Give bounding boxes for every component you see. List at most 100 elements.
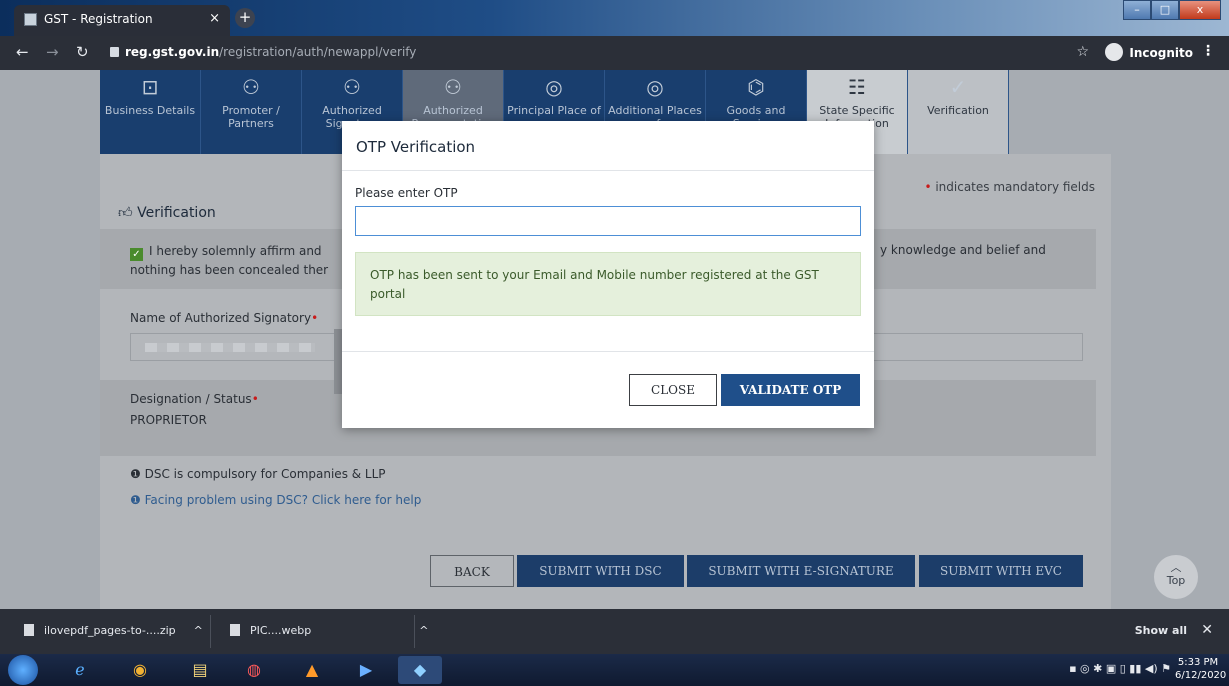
dsc-note-text: DSC is compulsory for Companies & LLP <box>144 467 386 481</box>
modal-body: Please enter OTP OTP has been sent to yo… <box>342 171 874 331</box>
forward-arrow-icon[interactable]: → <box>46 43 59 61</box>
affirm-text-2: nothing has been concealed ther <box>130 263 329 277</box>
tab-close-icon[interactable]: × <box>209 11 220 26</box>
dsc-help-text[interactable]: Facing problem using DSC? Click here for… <box>145 493 422 507</box>
browser-tab[interactable]: GST - Registration × <box>14 5 230 36</box>
reload-icon[interactable]: ↻ <box>76 43 89 61</box>
submit-dsc-button[interactable]: SUBMIT WITH DSC <box>517 555 684 587</box>
close-icon[interactable]: ✕ <box>1201 622 1213 638</box>
incognito-badge[interactable]: Incognito <box>1105 43 1193 61</box>
window-close-button[interactable]: x <box>1179 0 1221 20</box>
dsc-help-link[interactable]: ❶ Facing problem using DSC? Click here f… <box>130 493 421 507</box>
maximize-button[interactable]: □ <box>1151 0 1179 20</box>
blurred-value <box>145 343 315 352</box>
clock-time: 5:33 PM <box>1177 657 1219 668</box>
person-icon: ⚇ <box>242 75 260 99</box>
url-field[interactable]: reg.gst.gov.in/registration/auth/newappl… <box>110 41 1095 65</box>
affirm-checkbox[interactable]: ✓ <box>130 248 143 261</box>
section-title: 👍︎ Verification <box>118 204 216 221</box>
address-bar: ← → ↻ reg.gst.gov.in/registration/auth/n… <box>0 36 1229 70</box>
window-controls: – □ x <box>1123 0 1221 20</box>
ie-icon[interactable]: ℯ <box>58 656 102 684</box>
person-check-icon: ⚇ <box>343 75 361 99</box>
browser-menu-icon[interactable]: ⋮ <box>1201 43 1215 59</box>
browser-tab-bar: GST - Registration × + – □ x <box>0 0 1229 36</box>
chevron-up-icon[interactable]: ^ <box>194 624 203 637</box>
pinned-app-icon[interactable]: ◆ <box>398 656 442 684</box>
tag-icon: ⌬ <box>747 75 765 99</box>
new-tab-button[interactable]: + <box>235 8 255 28</box>
chevron-up-icon[interactable]: ^ <box>419 624 428 637</box>
step-business-details[interactable]: ⊡ Business Details <box>100 70 201 154</box>
back-arrow-icon[interactable]: ← <box>16 43 29 61</box>
affirm-tail: y knowledge and belief and <box>880 243 1046 257</box>
otp-input[interactable] <box>355 206 861 236</box>
modal-title: OTP Verification <box>342 121 874 171</box>
taskbar-clock[interactable]: 5:33 PM 6/12/2020 <box>1175 656 1226 682</box>
person-check-icon: ⚇ <box>444 75 462 99</box>
mandatory-dot: • <box>924 180 932 194</box>
otp-sent-alert: OTP has been sent to your Email and Mobi… <box>355 252 861 316</box>
downloads-bar: ilovepdf_pages-to-....zip ^ PIC....webp ^ … <box>0 609 1229 654</box>
submit-esignature-button[interactable]: SUBMIT WITH E-SIGNATURE <box>687 555 915 587</box>
back-button[interactable]: BACK <box>430 555 514 587</box>
system-tray: ▪ ◎ ✱ ▣ ▯ ▮▮ ◀) ⚑ <box>1069 662 1171 675</box>
lock-icon <box>110 47 119 57</box>
clock-date: 6/12/2020 <box>1175 670 1227 681</box>
download-name: PIC....webp <box>250 624 312 637</box>
favicon-icon <box>24 13 37 26</box>
required-marker: • <box>251 392 259 406</box>
otp-modal: OTP Verification Please enter OTP OTP ha… <box>342 121 874 428</box>
check-circle-icon: ✓ <box>949 75 967 99</box>
briefcase-icon: ⊡ <box>141 75 159 99</box>
url-host: reg.gst.gov.in <box>125 45 220 59</box>
zip-file-icon <box>24 624 34 636</box>
step-label: Business Details <box>104 104 196 117</box>
chevron-up-icon: ︿ <box>1170 561 1182 574</box>
download-name: ilovepdf_pages-to-....zip <box>44 624 176 637</box>
designation-value: PROPRIETOR <box>130 413 207 427</box>
dsc-note: ❶ DSC is compulsory for Companies & LLP <box>130 467 386 481</box>
location-pin-icon: ◎ <box>545 75 563 99</box>
affirm-text: I hereby solemnly affirm and <box>149 244 322 258</box>
modal-footer: CLOSE VALIDATE OTP <box>342 351 874 428</box>
info-icon: ❶ <box>130 493 141 507</box>
scroll-top-button[interactable]: ︿ Top <box>1154 555 1198 599</box>
bookmark-star-icon[interactable]: ☆ <box>1076 44 1089 60</box>
chrome-icon[interactable]: ◉ <box>118 656 162 684</box>
mandatory-note: • indicates mandatory fields <box>924 180 1095 194</box>
top-label: Top <box>1166 574 1186 587</box>
step-verification[interactable]: ✓ Verification <box>908 70 1009 154</box>
incognito-icon <box>1105 43 1124 61</box>
submit-evc-button[interactable]: SUBMIT WITH EVC <box>919 555 1083 587</box>
close-button[interactable]: CLOSE <box>629 374 717 406</box>
step-label: Verification <box>927 104 989 117</box>
download-item[interactable]: ilovepdf_pages-to-....zip ^ <box>24 609 203 654</box>
signatory-label: Name of Authorized Signatory• <box>130 311 318 325</box>
signatory-label-text: Name of Authorized Signatory <box>130 311 312 325</box>
url-path: /registration/auth/newappl/verify <box>219 45 417 59</box>
file-icon <box>230 624 240 636</box>
tab-title: GST - Registration <box>44 12 153 26</box>
form-icon: ☷ <box>848 75 866 99</box>
media-player-icon[interactable]: ▶ <box>344 656 388 684</box>
minimize-button[interactable]: – <box>1123 0 1151 20</box>
divider <box>210 615 211 648</box>
windows-taskbar: ℯ ◉ ▤ ◍ ▲ ▶ ◆ ▪ ◎ ✱ ▣ ▯ ▮▮ ◀) ⚑ 5:33 PM 6… <box>0 654 1229 686</box>
folder-icon[interactable]: ▤ <box>178 656 222 684</box>
mandatory-text: indicates mandatory fields <box>935 180 1095 194</box>
info-icon: ❶ <box>130 467 141 481</box>
step-label: Principal Place of <box>507 104 601 117</box>
app-icon[interactable]: ◍ <box>232 656 276 684</box>
divider <box>414 615 415 648</box>
start-button[interactable] <box>8 655 38 685</box>
vlc-icon[interactable]: ▲ <box>290 656 334 684</box>
required-marker: • <box>311 311 319 325</box>
otp-label: Please enter OTP <box>355 186 458 200</box>
download-item[interactable]: PIC....webp ^ <box>230 609 429 654</box>
incognito-label: Incognito <box>1129 46 1193 60</box>
step-label: Promoter / Partners <box>222 104 280 130</box>
validate-otp-button[interactable]: VALIDATE OTP <box>721 374 860 406</box>
show-all-button[interactable]: Show all <box>1135 624 1187 637</box>
step-promoter-partners[interactable]: ⚇ Promoter / Partners <box>201 70 302 154</box>
